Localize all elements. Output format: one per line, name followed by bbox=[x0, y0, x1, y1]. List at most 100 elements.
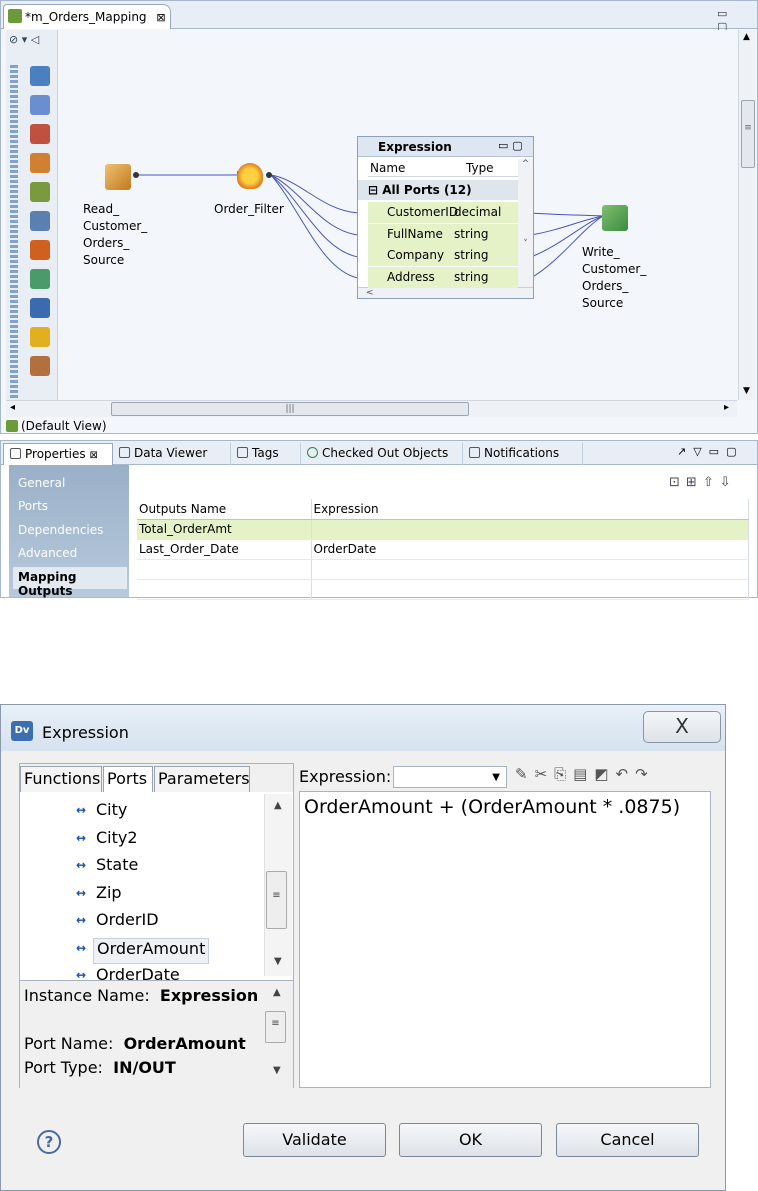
expression-cell[interactable]: OrderDate bbox=[311, 539, 749, 560]
node-vertical-scrollbar[interactable]: ^ ˅ bbox=[518, 159, 533, 287]
port-list-item[interactable]: State bbox=[96, 855, 138, 881]
move-up-icon[interactable]: ⇧ bbox=[703, 475, 720, 490]
cancel-button[interactable]: Cancel bbox=[556, 1123, 699, 1157]
canvas-horizontal-scrollbar[interactable]: ◂ ||| ▸ bbox=[6, 400, 737, 417]
filter-icon[interactable] bbox=[30, 327, 50, 347]
union-icon[interactable] bbox=[30, 211, 50, 231]
output-name-cell[interactable] bbox=[137, 559, 312, 580]
redo-icon[interactable]: ↷ bbox=[635, 765, 655, 783]
header-expression[interactable]: Expression bbox=[311, 499, 749, 520]
scroll-right-arrow[interactable]: ▸ bbox=[724, 402, 729, 413]
node-horizontal-scrollbar[interactable]: < bbox=[358, 287, 533, 298]
expression-port-row[interactable]: Company string bbox=[368, 245, 518, 266]
expression-editor[interactable]: OrderAmount + (OrderAmount * .0875) bbox=[299, 791, 711, 1088]
nav-dependencies[interactable]: Dependencies bbox=[13, 520, 127, 542]
port-list-item[interactable]: City2 bbox=[96, 828, 138, 854]
in-out-port-icon: ↔ bbox=[76, 968, 87, 982]
scroll-left-arrow[interactable]: ◂ bbox=[10, 402, 15, 413]
sorter-icon[interactable] bbox=[30, 240, 50, 260]
nav-ports[interactable]: Ports bbox=[13, 496, 127, 518]
scroll-up-arrow[interactable]: ▲ bbox=[273, 987, 281, 998]
filter-icon[interactable] bbox=[237, 163, 263, 189]
scroll-up-arrow[interactable]: ▲ bbox=[274, 800, 282, 811]
router-icon[interactable] bbox=[30, 182, 50, 202]
close-button[interactable]: X bbox=[643, 711, 721, 743]
tab-properties[interactable]: Properties ⊠ bbox=[3, 443, 113, 465]
output-name-cell[interactable] bbox=[137, 579, 312, 600]
port-list-item[interactable]: OrderID bbox=[96, 910, 159, 936]
table-row[interactable] bbox=[137, 579, 749, 600]
delete-output-icon[interactable]: ⊞ bbox=[686, 475, 703, 490]
undo-icon[interactable]: ↶ bbox=[616, 765, 636, 783]
table-row[interactable] bbox=[137, 559, 749, 580]
palette-toolbar[interactable]: ⊘ ▾ ◁ bbox=[9, 33, 57, 53]
ok-button[interactable]: OK bbox=[399, 1123, 542, 1157]
node-minmax-icon[interactable]: ▭ ▢ bbox=[498, 139, 523, 152]
move-down-icon[interactable]: ⇩ bbox=[720, 475, 737, 490]
wand-icon[interactable]: ✎ bbox=[515, 765, 535, 783]
panel-window-buttons[interactable]: ↗▽▭▢ bbox=[677, 445, 743, 458]
aggregator-icon[interactable] bbox=[30, 269, 50, 289]
port-list-item[interactable]: OrderAmount bbox=[93, 937, 210, 964]
info-thumb[interactable]: ≡ bbox=[265, 1011, 286, 1043]
write-target-icon[interactable] bbox=[602, 205, 628, 231]
expression-cell[interactable] bbox=[311, 579, 749, 600]
output-name-cell[interactable]: Last_Order_Date bbox=[137, 539, 312, 560]
write-icon[interactable] bbox=[30, 95, 50, 115]
scroll-down-arrow[interactable]: ▼ bbox=[743, 386, 750, 396]
new-output-icon[interactable]: ⊡ bbox=[669, 475, 686, 490]
expression-icon[interactable] bbox=[30, 356, 50, 376]
expression-port-row[interactable]: CustomerID decimal bbox=[368, 202, 518, 223]
tab-m-orders-mapping[interactable]: *m_Orders_Mapping ⊠ bbox=[3, 4, 171, 29]
help-icon[interactable]: ? bbox=[37, 1130, 61, 1154]
expression-node-header[interactable]: Expression ▭ ▢ bbox=[358, 137, 533, 157]
nav-mapping-outputs[interactable]: Mapping Outputs bbox=[13, 567, 127, 598]
tab-tags[interactable]: Tags bbox=[231, 443, 301, 465]
all-ports-group[interactable]: ⊟ All Ports (12) bbox=[358, 180, 518, 200]
table-row[interactable]: Total_OrderAmt bbox=[137, 519, 749, 540]
port-list-item[interactable]: OrderDate bbox=[96, 965, 180, 991]
comment-icon[interactable]: ◩ bbox=[594, 765, 615, 783]
tab-parameters[interactable]: Parameters bbox=[154, 766, 250, 792]
tab-ports[interactable]: Ports bbox=[103, 766, 153, 792]
tab-data-viewer[interactable]: Data Viewer bbox=[113, 443, 231, 465]
java-icon[interactable] bbox=[30, 298, 50, 318]
port-list-item[interactable]: Zip bbox=[96, 883, 122, 909]
scroll-down-arrow[interactable]: ▼ bbox=[273, 1065, 281, 1076]
copy-icon[interactable]: ⎘ bbox=[554, 765, 573, 783]
tab-close-icon[interactable]: ⊠ bbox=[156, 11, 165, 24]
info-scrollbar[interactable]: ▲ ≡ ▼ bbox=[264, 985, 292, 1085]
nav-advanced[interactable]: Advanced bbox=[13, 543, 127, 565]
port-list-item[interactable]: City bbox=[96, 800, 127, 826]
paste-icon[interactable]: ▤ bbox=[573, 765, 594, 783]
port-list-thumb[interactable]: ≡ bbox=[266, 871, 287, 929]
lookup-icon[interactable] bbox=[30, 124, 50, 144]
read-source-icon[interactable] bbox=[105, 164, 131, 190]
expression-cell[interactable] bbox=[311, 519, 749, 540]
tab-notifications[interactable]: Notifications bbox=[463, 443, 583, 465]
joiner-icon[interactable] bbox=[30, 153, 50, 173]
scroll-up-arrow[interactable]: ▲ bbox=[743, 32, 750, 42]
expression-transformation[interactable]: Expression ▭ ▢ Name Type ⊟ All Ports (12… bbox=[357, 136, 534, 299]
cut-icon[interactable]: ✂ bbox=[535, 765, 555, 783]
tab-functions[interactable]: Functions bbox=[20, 766, 102, 792]
header-outputs-name[interactable]: Outputs Name bbox=[137, 499, 312, 520]
hscroll-thumb[interactable]: ||| bbox=[111, 402, 469, 416]
output-name-cell[interactable]: Total_OrderAmt bbox=[137, 519, 312, 540]
palette-scrollbar[interactable] bbox=[10, 65, 18, 415]
expression-port-row[interactable]: Address string bbox=[368, 266, 518, 288]
validate-button[interactable]: Validate bbox=[243, 1123, 386, 1157]
tab-checked-out-objects[interactable]: Checked Out Objects bbox=[301, 443, 463, 465]
port-list-scrollbar[interactable]: ▲ ≡ ▼ bbox=[264, 794, 292, 976]
nav-general[interactable]: General bbox=[13, 473, 127, 495]
expression-dropdown[interactable]: ▼ bbox=[393, 766, 507, 788]
table-row[interactable]: Last_Order_Date OrderDate bbox=[137, 539, 749, 560]
expression-port-row[interactable]: FullName string bbox=[368, 223, 518, 245]
default-view-tab[interactable]: (Default View) bbox=[6, 419, 107, 433]
read-icon[interactable] bbox=[30, 66, 50, 86]
vscroll-thumb[interactable]: ≡ bbox=[741, 100, 755, 168]
tab-close-icon[interactable]: ⊠ bbox=[89, 450, 97, 461]
expression-cell[interactable] bbox=[311, 559, 749, 580]
canvas-vertical-scrollbar[interactable]: ▲ ≡ ▼ bbox=[738, 30, 756, 400]
scroll-down-arrow[interactable]: ▼ bbox=[274, 956, 282, 967]
